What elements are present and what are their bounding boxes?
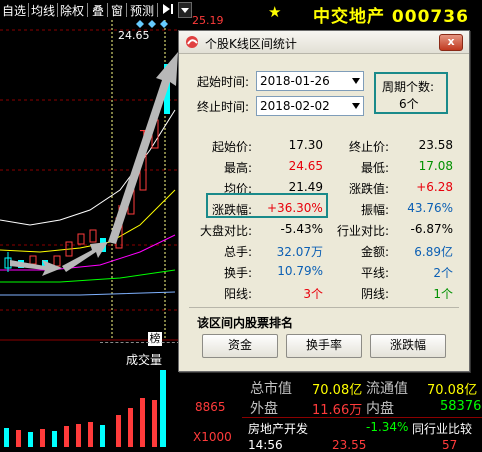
stock-title: 中交地产 000736: [313, 2, 469, 27]
down-count-label: 阴线:: [361, 287, 390, 301]
price-axis-label: 25.19: [192, 14, 224, 27]
amount-label: 金额:: [361, 245, 390, 259]
inner-value: 58376: [440, 399, 482, 414]
volume-axis-scale: X1000: [193, 430, 232, 444]
high-label: 最高:: [224, 161, 253, 175]
flat-count-label: 平线:: [361, 266, 390, 280]
toolbar-divider: [107, 3, 108, 17]
volume-label: 成交量: [126, 353, 163, 367]
start-time-value: 2018-01-26: [260, 74, 330, 88]
chevron-down-icon[interactable]: [178, 2, 192, 18]
toolbar-moving-average[interactable]: 均线: [31, 2, 55, 19]
industry-compare-label: 行业对比:: [337, 224, 390, 238]
stock-code: 000736: [391, 7, 469, 27]
tick-volume: 57: [442, 438, 458, 452]
chevron-down-icon: [352, 103, 360, 109]
mkt-value: 70.08亿: [312, 383, 363, 398]
high-value: 24.65: [288, 159, 323, 173]
end-time-label: 终止时间:: [197, 100, 250, 114]
total-volume-label: 总手:: [224, 245, 253, 259]
start-time-label: 起始时间:: [197, 75, 250, 89]
rank-by-turnover-button[interactable]: 换手率: [286, 334, 362, 358]
panel-divider: [242, 417, 482, 418]
toolbar-ex-rights[interactable]: 除权: [60, 2, 84, 19]
inner-label: 内盘: [366, 401, 394, 417]
tick-time: 14:56: [248, 438, 283, 452]
star-icon[interactable]: ★: [268, 3, 281, 21]
chevron-down-icon: [352, 78, 360, 84]
toolbar-divider: [157, 3, 158, 17]
start-time-select[interactable]: 2018-01-26: [256, 71, 364, 91]
interval-stats-dialog: 个股K线区间统计 x 起始时间: 2018-01-26 终止时间: 2018-0…: [178, 30, 470, 372]
toolbar-window[interactable]: 窗: [111, 2, 123, 19]
low-value: 17.08: [418, 159, 453, 173]
period-count-label: 周期个数:: [382, 80, 435, 94]
toolbar-divider: [87, 3, 88, 17]
section-divider: [189, 307, 459, 308]
toolbar-watchlist[interactable]: 自选: [2, 2, 26, 19]
industry-compare-value: -6.87%: [410, 222, 453, 236]
close-button[interactable]: x: [439, 34, 463, 51]
kline-chart[interactable]: T 24.65: [0, 20, 180, 447]
avg-price-value: 21.49: [288, 180, 323, 194]
industry-label[interactable]: 房地产开发: [248, 420, 308, 437]
period-count-value: 6个: [399, 97, 419, 111]
dialog-titlebar[interactable]: 个股K线区间统计 x: [179, 31, 469, 54]
turnover-label: 换手:: [224, 266, 253, 280]
low-label: 最低:: [361, 161, 390, 175]
end-price-value: 23.58: [418, 138, 453, 152]
stock-name: 中交地产: [313, 7, 385, 27]
up-count-value: 3个: [303, 287, 323, 301]
rank-by-change-button[interactable]: 涨跌幅: [370, 334, 446, 358]
rank-section-title: 该区间内股票排名: [197, 316, 294, 330]
float-value-label: 流通值: [366, 381, 408, 397]
pct-change-label: 涨跌幅:: [212, 203, 253, 217]
end-time-select[interactable]: 2018-02-02: [256, 96, 364, 116]
amplitude-label: 振幅:: [361, 203, 390, 217]
market-compare-label: 大盘对比:: [200, 224, 253, 238]
up-count-label: 阳线:: [224, 287, 253, 301]
end-time-value: 2018-02-02: [260, 99, 330, 113]
outer-label: 外盘: [250, 401, 278, 417]
volume-axis-value: 8865: [195, 400, 226, 414]
down-count-value: 1个: [433, 287, 453, 301]
end-price-label: 终止价:: [349, 140, 390, 154]
toolbar-forecast[interactable]: 预测: [130, 2, 154, 19]
amplitude-value: 43.76%: [407, 201, 453, 215]
change-value: +6.28: [416, 180, 453, 194]
app-logo-icon: [185, 35, 200, 49]
market-compare-value: -5.43%: [280, 222, 323, 236]
volume-divider: [100, 342, 180, 344]
toolbar-divider: [126, 3, 127, 17]
mkt-value-label: 总市值: [250, 381, 292, 397]
toolbar-divider: [57, 3, 58, 17]
tick-price: 23.55: [332, 438, 367, 452]
chart-toolbar: 自选 均线 除权 叠 窗 预测: [0, 0, 192, 20]
float-value: 70.08亿: [427, 383, 478, 398]
industry-compare-link[interactable]: 同行业比较: [412, 420, 472, 437]
rank-by-capital-button[interactable]: 资金: [202, 334, 278, 358]
quote-panel: 总市值 70.08亿 流通值 70.08亿 外盘 11.66万 内盘 58376…: [242, 370, 482, 452]
play-bar-icon[interactable]: [161, 2, 175, 16]
pct-change-value: +36.30%: [267, 201, 323, 215]
toolbar-overlay[interactable]: 叠: [92, 2, 104, 19]
interval-high-label: 24.65: [118, 29, 150, 42]
total-volume-value: 32.07万: [276, 245, 323, 259]
dialog-title: 个股K线区间统计: [205, 37, 297, 51]
turnover-value: 10.79%: [277, 264, 323, 278]
start-price-value: 17.30: [288, 138, 323, 152]
industry-change: -1.34%: [366, 420, 409, 434]
outer-value: 11.66万: [312, 403, 363, 418]
start-price-label: 起始价:: [212, 140, 253, 154]
toolbar-divider: [28, 3, 29, 17]
change-label: 涨跌值:: [349, 182, 390, 196]
flat-count-value: 2个: [433, 266, 453, 280]
amount-value: 6.89亿: [414, 245, 453, 259]
